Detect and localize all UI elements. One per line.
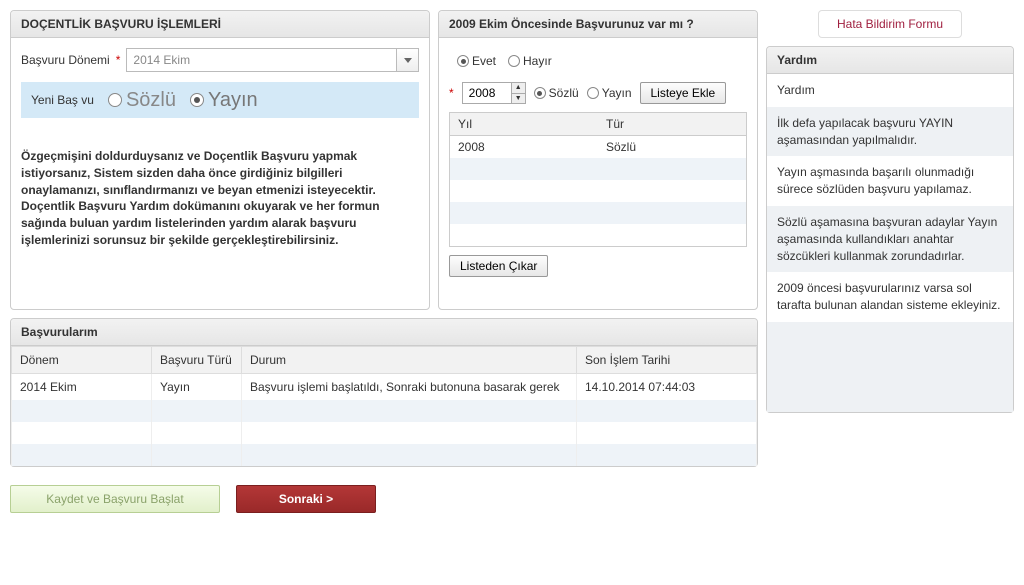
radio-icon <box>190 93 204 107</box>
radio-icon <box>508 55 520 67</box>
chevron-down-icon <box>404 58 412 63</box>
required-mark: * <box>116 53 121 67</box>
period-input[interactable] <box>126 48 397 72</box>
table-row <box>12 444 757 466</box>
table-row[interactable]: 2008 Sözlü <box>450 136 747 159</box>
remove-from-list-button[interactable]: Listeden Çıkar <box>449 255 548 277</box>
help-item: İlk defa yapılacak başvuru YAYIN aşaması… <box>767 107 1013 157</box>
required-mark: * <box>449 86 454 100</box>
help-item: Yardım <box>767 74 1013 107</box>
table-row <box>450 158 747 180</box>
table-row <box>12 400 757 422</box>
new-application-row: Yeni Baş vu Sözlü Yayın <box>21 82 419 118</box>
application-ops-title: DOÇENTLİK BAŞVURU İŞLEMLERİ <box>11 11 429 38</box>
radio-no[interactable]: Hayır <box>508 54 552 68</box>
my-applications-panel: Başvurularım Dönem Başvuru Türü Durum So… <box>10 318 758 467</box>
radio-icon <box>587 87 599 99</box>
next-button[interactable]: Sonraki > <box>236 485 376 513</box>
period-label: Başvuru Dönemi <box>21 53 110 67</box>
period-dropdown-button[interactable] <box>397 48 419 72</box>
save-start-button[interactable]: Kaydet ve Başvuru Başlat <box>10 485 220 513</box>
spinner-up-icon[interactable]: ▲ <box>512 83 525 94</box>
year-input[interactable] <box>463 83 511 103</box>
help-panel: Yardım Yardım İlk defa yapılacak başvuru… <box>766 46 1014 413</box>
col-type: Tür <box>598 113 747 136</box>
table-row <box>450 202 747 224</box>
help-body: Yardım İlk defa yapılacak başvuru YAYIN … <box>767 74 1013 412</box>
radio-icon <box>457 55 469 67</box>
help-item: 2009 öncesi başvurularınız varsa sol tar… <box>767 272 1013 322</box>
spinner-down-icon[interactable]: ▼ <box>512 94 525 104</box>
period-combo[interactable] <box>126 48 419 72</box>
prior-application-panel: 2009 Ekim Öncesinde Başvurunuz var mı ? … <box>438 10 758 310</box>
col-date: Son İşlem Tarihi <box>577 347 757 374</box>
col-status: Durum <box>242 347 577 374</box>
radio-type-yayin[interactable]: Yayın <box>587 86 632 100</box>
radio-type-sozlu[interactable]: Sözlü <box>534 86 579 100</box>
error-report-button[interactable]: Hata Bildirim Formu <box>818 10 962 38</box>
col-year: Yıl <box>450 113 599 136</box>
col-period: Dönem <box>12 347 152 374</box>
radio-icon <box>108 93 122 107</box>
help-item: Sözlü aşamasına başvuran adaylar Yayın a… <box>767 206 1013 272</box>
help-item: Yayın aşmasında başarılı olunmadığı süre… <box>767 156 1013 206</box>
col-type: Başvuru Türü <box>152 347 242 374</box>
radio-sozlu[interactable]: Sözlü <box>108 89 176 112</box>
prior-applications-grid: Yıl Tür 2008 Sözlü <box>449 112 747 247</box>
prior-application-title: 2009 Ekim Öncesinde Başvurunuz var mı ? <box>439 11 757 38</box>
add-to-list-button[interactable]: Listeye Ekle <box>640 82 727 104</box>
radio-yes[interactable]: Evet <box>457 54 496 68</box>
year-spinner[interactable]: ▲ ▼ <box>462 82 526 104</box>
info-text: Özgeçmişini doldurduysanız ve Doçentlik … <box>21 148 419 249</box>
application-ops-panel: DOÇENTLİK BAŞVURU İŞLEMLERİ Başvuru Döne… <box>10 10 430 310</box>
table-row <box>450 224 747 246</box>
table-row[interactable]: 2014 Ekim Yayın Başvuru işlemi başlatıld… <box>12 374 757 401</box>
new-application-label: Yeni Baş vu <box>31 93 94 107</box>
radio-icon <box>534 87 546 99</box>
help-item <box>767 322 1013 412</box>
table-row <box>450 180 747 202</box>
my-applications-grid: Dönem Başvuru Türü Durum Son İşlem Tarih… <box>11 346 757 466</box>
table-row <box>12 422 757 444</box>
help-title: Yardım <box>767 47 1013 74</box>
radio-yayin[interactable]: Yayın <box>190 89 258 112</box>
my-applications-title: Başvurularım <box>11 319 757 346</box>
